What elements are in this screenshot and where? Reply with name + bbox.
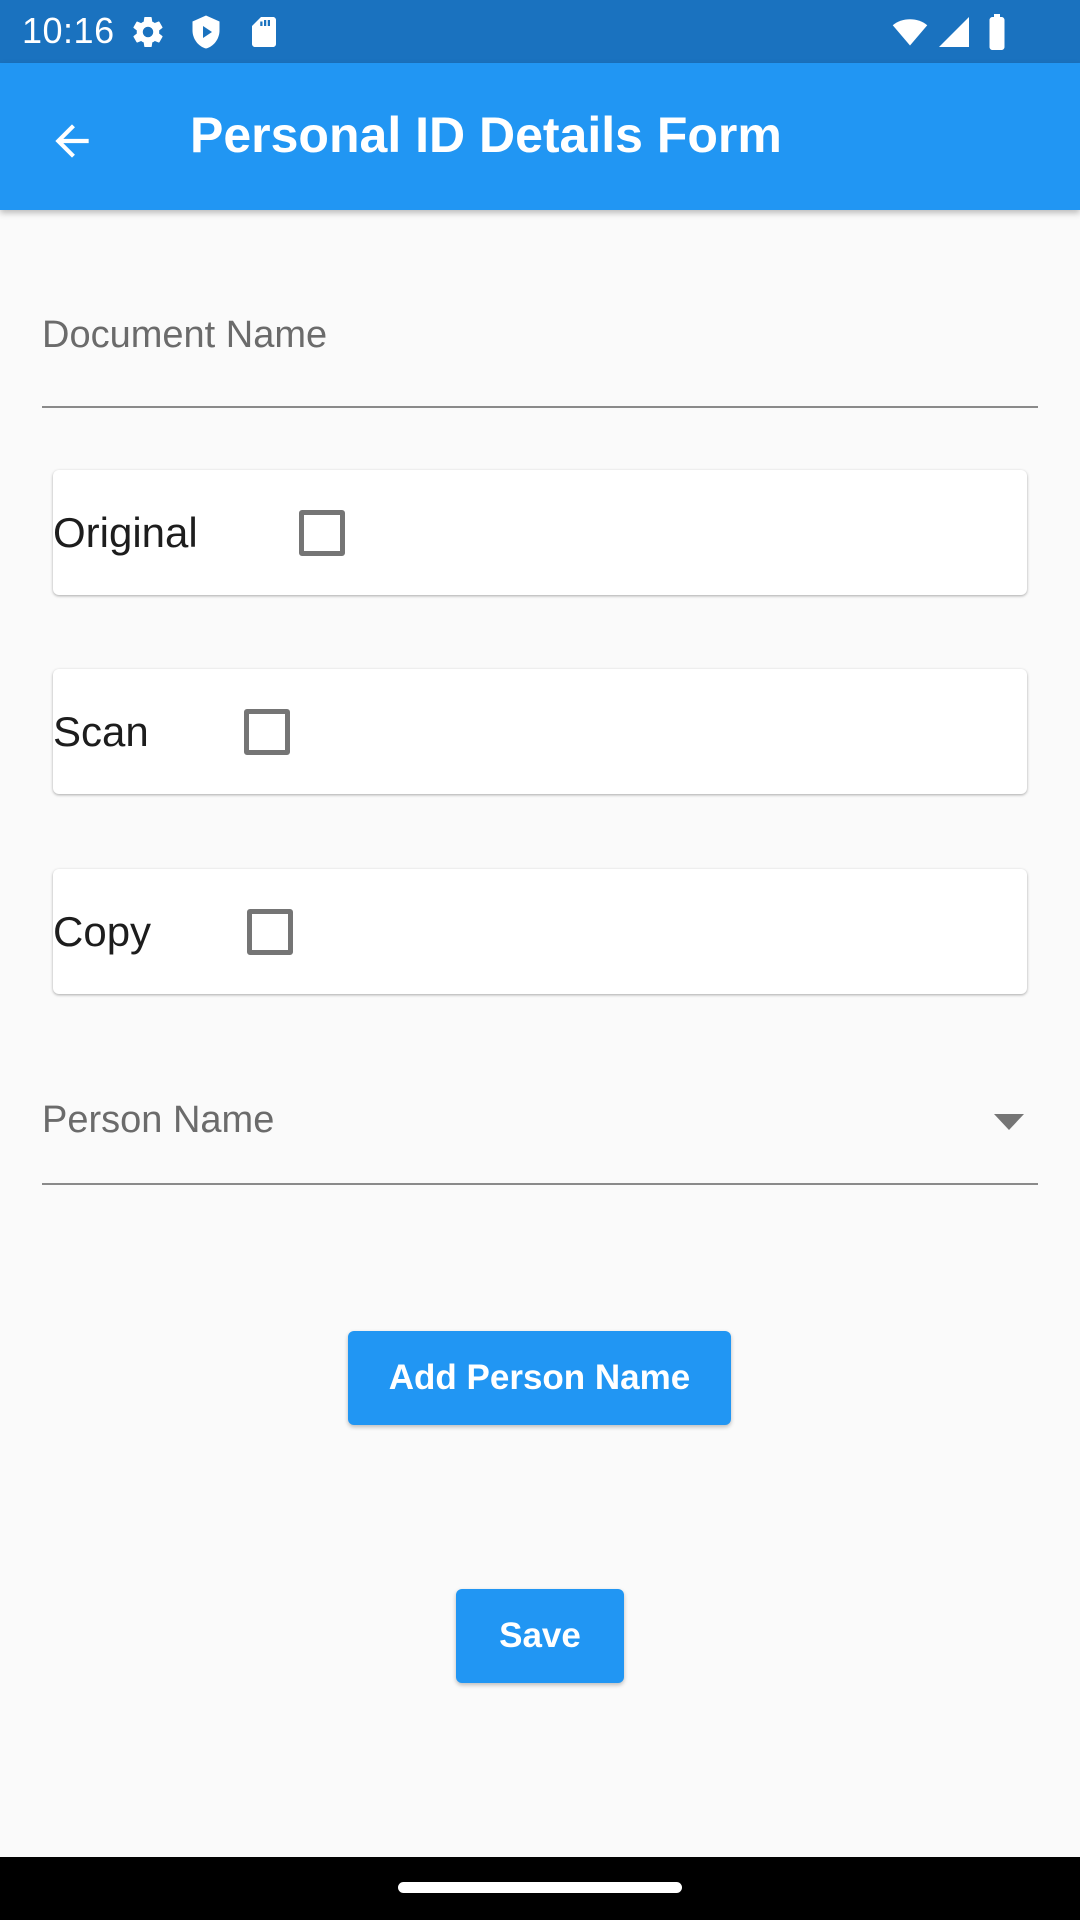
arrow-back-icon — [47, 116, 97, 166]
copy-label: Copy — [53, 908, 152, 955]
person-name-placeholder: Person Name — [42, 1099, 275, 1141]
back-button[interactable] — [30, 99, 114, 183]
scan-card: Scan — [53, 669, 1027, 794]
wifi-icon — [890, 14, 930, 50]
copy-checkbox[interactable] — [247, 909, 293, 955]
status-time: 10:16 — [22, 10, 115, 51]
person-name-dropdown[interactable]: Person Name — [42, 1068, 1038, 1185]
scan-checkbox[interactable] — [244, 709, 290, 755]
app-bar: Personal ID Details Form — [0, 63, 1080, 210]
document-name-field — [42, 280, 1038, 408]
gear-icon — [130, 14, 166, 50]
home-handle[interactable] — [398, 1882, 682, 1893]
original-card: Original — [53, 470, 1027, 595]
save-button[interactable]: Save — [456, 1589, 624, 1683]
sd-card-icon — [246, 14, 282, 50]
battery-icon — [984, 14, 1010, 50]
add-person-name-button[interactable]: Add Person Name — [348, 1331, 731, 1425]
signal-icon — [936, 14, 972, 50]
navigation-bar — [0, 1857, 1080, 1920]
shield-play-icon — [188, 14, 224, 50]
original-checkbox[interactable] — [299, 510, 345, 556]
dropdown-arrow-icon — [994, 1114, 1024, 1130]
document-name-input[interactable] — [42, 300, 1038, 370]
scan-label: Scan — [53, 708, 149, 755]
status-bar: 10:16 — [0, 0, 1080, 63]
copy-card: Copy — [53, 869, 1027, 994]
page-title: Personal ID Details Form — [190, 107, 782, 163]
original-label: Original — [53, 509, 198, 556]
